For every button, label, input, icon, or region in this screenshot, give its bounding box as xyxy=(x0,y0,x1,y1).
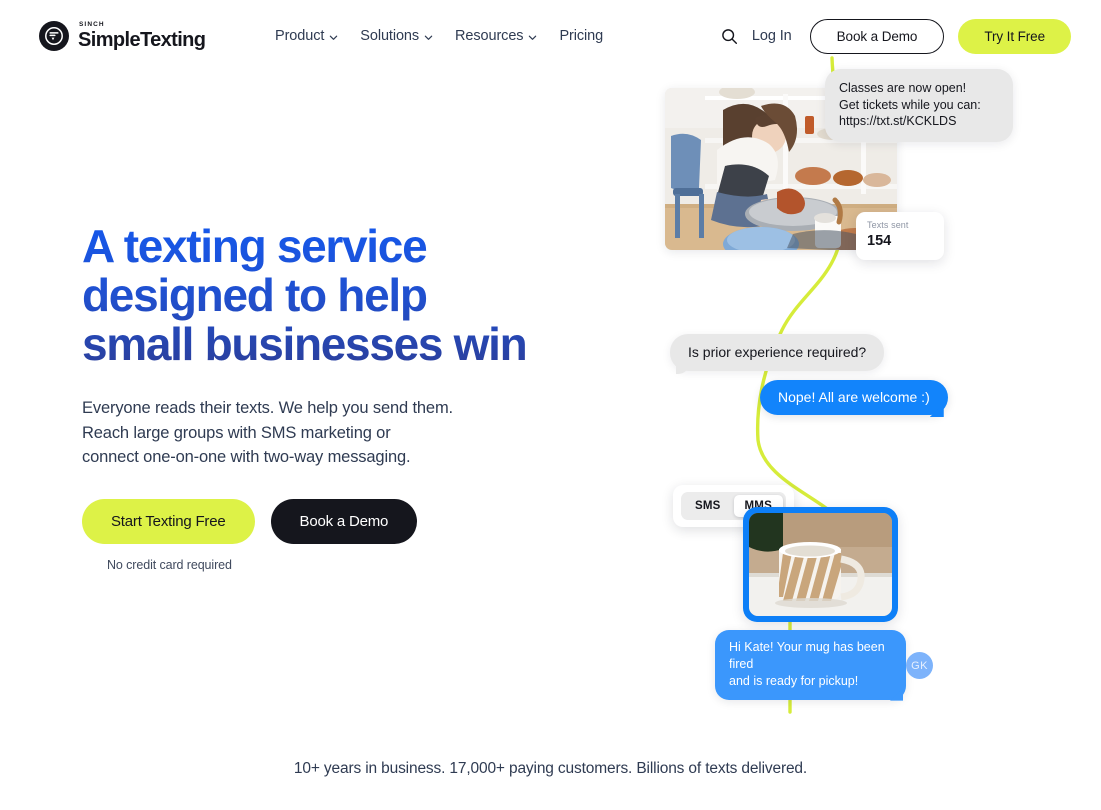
no-credit-card-note: No credit card required xyxy=(107,558,232,573)
hero-illustration: Classes are now open! Get tickets while … xyxy=(620,40,1060,720)
hero-copy: A texting service designed to help small… xyxy=(82,222,622,572)
texts-sent-card: Texts sent 154 xyxy=(856,212,944,260)
chevron-down-icon xyxy=(424,33,433,42)
hero-subtitle: Everyone reads their texts. We help you … xyxy=(82,399,453,467)
book-demo-button-hero[interactable]: Book a Demo xyxy=(270,499,418,545)
chevron-down-icon xyxy=(528,33,537,42)
nav-item-label: Product xyxy=(275,28,325,44)
page-title: A texting service designed to help small… xyxy=(82,222,622,368)
logo[interactable]: SINCH SimpleTexting xyxy=(39,21,206,51)
texts-sent-label: Texts sent xyxy=(867,220,909,230)
striped-ceramic-mug-photo xyxy=(749,513,892,616)
nav-item-label: Resources xyxy=(455,28,524,44)
message-bubble-question: Is prior experience required? xyxy=(670,334,885,371)
texts-sent-value: 154 xyxy=(867,233,892,249)
social-proof-strip: 10+ years in business. 17,000+ paying cu… xyxy=(293,760,808,777)
mms-image-message xyxy=(743,507,898,622)
message-bubble-classes-open: Classes are now open! Get tickets while … xyxy=(825,69,1013,142)
message-bubble-answer: Nope! All are welcome :) xyxy=(760,380,948,415)
avatar: GK xyxy=(906,652,933,679)
logo-eyebrow: SINCH xyxy=(79,21,105,29)
speech-bubble-logo-icon xyxy=(39,21,69,51)
message-bubble-pickup: Hi Kate! Your mug has been fired and is … xyxy=(715,630,906,700)
nav-item-resources[interactable]: Resources xyxy=(455,28,537,44)
nav-item-product[interactable]: Product xyxy=(275,28,338,44)
toggle-option-sms[interactable]: SMS xyxy=(684,495,732,517)
hero-cta-group: Start Texting Free Book a Demo xyxy=(82,499,622,545)
nav-item-label: Solutions xyxy=(360,28,420,44)
main-navigation: Product Solutions Resources Pricing xyxy=(275,0,603,72)
nav-item-pricing[interactable]: Pricing xyxy=(559,28,603,44)
start-texting-free-button[interactable]: Start Texting Free xyxy=(82,499,255,545)
chevron-down-icon xyxy=(329,33,338,42)
nav-item-label: Pricing xyxy=(559,28,604,44)
nav-item-solutions[interactable]: Solutions xyxy=(360,28,433,44)
logo-wordmark: SimpleTexting xyxy=(78,28,206,51)
